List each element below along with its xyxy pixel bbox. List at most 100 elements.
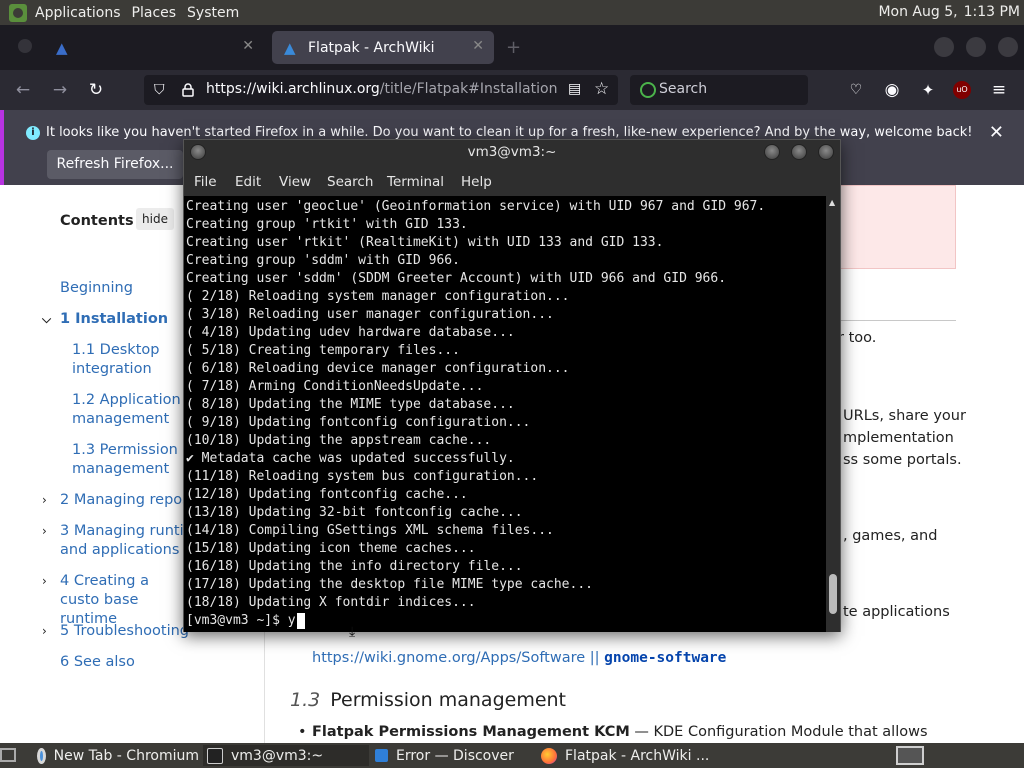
account-icon[interactable]: ◉ (881, 79, 903, 101)
terminal-line: ( 3/18) Reloading user manager configura… (186, 307, 554, 322)
terminal-prompt-line: [vm3@vm3 ~]$ y (186, 613, 296, 628)
minimize-icon[interactable] (764, 144, 780, 160)
lock-icon[interactable] (182, 83, 194, 97)
tab-label: Flatpak - ArchWiki (308, 39, 435, 56)
tab-close-icon[interactable]: ✕ (472, 38, 484, 54)
terminal-line: (18/18) Updating X fontdir indices... (186, 595, 476, 610)
terminal-window[interactable]: vm3@vm3:~ File Edit View Search Terminal… (183, 139, 841, 632)
menu-file[interactable]: File (194, 174, 217, 190)
firefox-view-icon[interactable] (18, 39, 32, 53)
discover-icon (375, 749, 388, 762)
reader-view-icon[interactable]: ▤ (568, 81, 581, 97)
search-bar[interactable]: Search (630, 75, 808, 105)
chevron-right-icon[interactable]: › (42, 491, 47, 510)
toc-item-custom-runtime[interactable]: › 4 Creating a custo base runtime (42, 572, 185, 629)
chromium-icon (37, 747, 46, 764)
toc-item-installation[interactable]: ⌵ 1 Installation (42, 310, 168, 329)
refresh-firefox-button[interactable]: Refresh Firefox... (47, 150, 183, 179)
terminal-line: Creating group 'rtkit' with GID 133. (186, 217, 468, 232)
tab-flatpak-archwiki[interactable]: ▲ Flatpak - ArchWiki ✕ (272, 31, 494, 64)
distro-logo-icon[interactable] (9, 3, 27, 22)
show-desktop-icon[interactable] (0, 748, 16, 762)
task-label: New Tab - Chromium (53, 747, 199, 764)
toc-item-label: 5 Troubleshooting (60, 623, 190, 639)
toc-item-beginning[interactable]: Beginning (60, 279, 133, 298)
list-item: • Flatpak Permissions Management KCM — K… (298, 721, 938, 743)
terminal-scrollbar[interactable]: ▲ (826, 196, 840, 632)
tab-strip: ▲ ✕ ▲ Flatpak - ArchWiki ✕ + (0, 25, 1024, 70)
terminal-line: (13/18) Updating 32-bit fontconfig cache… (186, 505, 523, 520)
toc-item-troubleshooting[interactable]: › 5 Troubleshooting (42, 622, 190, 641)
terminal-output[interactable]: Creating user 'geoclue' (Geoinformation … (184, 196, 826, 632)
kcm-link[interactable]: Flatpak Permissions Management KCM (312, 724, 630, 740)
article-text-fragment: , games, and (843, 528, 938, 544)
terminal-icon (207, 747, 223, 764)
menu-view[interactable]: View (279, 174, 311, 190)
task-label: Flatpak - ArchWiki ... (565, 747, 710, 764)
notification-message: It looks like you haven't started Firefo… (46, 125, 973, 140)
pocket-icon[interactable]: ♡ (845, 79, 867, 101)
terminal-line: Creating user 'geoclue' (Geoinformation … (186, 199, 766, 214)
reload-icon[interactable]: ↻ (85, 79, 107, 101)
gnome-software-link[interactable]: https://wiki.gnome.org/Apps/Software || … (312, 650, 726, 666)
menu-system[interactable]: System (185, 5, 248, 21)
section-title: Permission management (330, 689, 567, 711)
toc-item-permission-management[interactable]: 1.3 Permission management (72, 441, 192, 479)
close-icon[interactable] (818, 144, 834, 160)
menu-hamburger-icon[interactable]: ≡ (988, 79, 1010, 101)
terminal-line: Creating user 'rtkit' (RealtimeKit) with… (186, 235, 664, 250)
toc-item-see-also[interactable]: 6 See also (60, 653, 135, 672)
bookmark-star-icon[interactable]: ☆ (594, 79, 609, 99)
workspace-switcher[interactable] (896, 746, 924, 765)
chevron-right-icon[interactable]: › (42, 522, 47, 541)
chevron-down-icon[interactable]: ⌵ (42, 310, 51, 329)
toc-hide-button[interactable]: hide (136, 208, 174, 230)
ublock-icon[interactable]: uO (953, 81, 971, 99)
chevron-right-icon[interactable]: › (42, 622, 47, 641)
terminal-titlebar[interactable]: vm3@vm3:~ (184, 140, 840, 168)
terminal-line: ( 6/18) Reloading device manager configu… (186, 361, 570, 376)
forward-icon[interactable]: → (49, 79, 71, 101)
terminal-line: ✔ Metadata cache was updated successfull… (186, 451, 515, 466)
clock-time: 1:13 PM (963, 4, 1020, 20)
scroll-up-icon[interactable]: ▲ (829, 198, 835, 207)
taskbar-item-terminal[interactable]: vm3@vm3:~ (203, 745, 369, 766)
tab-background[interactable]: ▲ ✕ (44, 31, 264, 64)
toc-item-managing-runtimes[interactable]: › 3 Managing runti and applications (42, 522, 185, 560)
new-tab-icon[interactable]: + (506, 37, 521, 58)
minimize-icon[interactable] (934, 37, 954, 57)
url-bar[interactable]: ⛉ https://wiki.archlinux.org/title/Flatp… (144, 75, 618, 105)
menu-help[interactable]: Help (461, 174, 492, 190)
clock[interactable]: Mon Aug 5, 1:13 PM (872, 4, 1020, 20)
menu-applications[interactable]: Applications (33, 5, 130, 21)
chevron-right-icon[interactable]: › (42, 572, 47, 591)
link-url[interactable]: https://wiki.gnome.org/Apps/Software (312, 650, 585, 666)
window-menu-icon[interactable] (190, 144, 206, 160)
toc-item-desktop-integration[interactable]: 1.1 Desktop integration (72, 341, 192, 379)
close-window-icon[interactable] (998, 37, 1018, 57)
tab-close-icon[interactable]: ✕ (242, 38, 254, 54)
terminal-line: (14/18) Compiling GSettings XML schema f… (186, 523, 554, 538)
maximize-icon[interactable] (966, 37, 986, 57)
back-icon[interactable]: ← (12, 79, 34, 101)
notification-close-icon[interactable]: ✕ (989, 122, 1004, 143)
scrollbar-thumb[interactable] (829, 574, 837, 614)
maximize-icon[interactable] (791, 144, 807, 160)
tracking-protection-icon[interactable]: ⛉ (154, 82, 165, 98)
menu-terminal[interactable]: Terminal (387, 174, 444, 190)
clock-date: Mon Aug 5, (878, 4, 958, 20)
menu-edit[interactable]: Edit (235, 174, 261, 190)
extensions-icon[interactable]: ✦ (917, 79, 939, 101)
bullet-icon: • (298, 724, 307, 740)
taskbar-item-firefox[interactable]: Flatpak - ArchWiki ... (541, 745, 711, 766)
menu-places[interactable]: Places (130, 5, 186, 21)
package-gnome-software[interactable]: gnome-software (604, 650, 726, 666)
taskbar-item-discover[interactable]: Error — Discover (375, 745, 535, 766)
mouse-pointer-icon: ⤓ (349, 624, 356, 640)
menu-search[interactable]: Search (327, 174, 373, 190)
search-placeholder: Search (659, 81, 708, 97)
toc-item-application-management[interactable]: 1.2 Application management (72, 391, 192, 429)
terminal-line: (11/18) Reloading system bus configurati… (186, 469, 539, 484)
taskbar-item-chromium[interactable]: New Tab - Chromium (37, 745, 199, 766)
toc-item-managing-repos[interactable]: › 2 Managing repos (42, 491, 190, 510)
